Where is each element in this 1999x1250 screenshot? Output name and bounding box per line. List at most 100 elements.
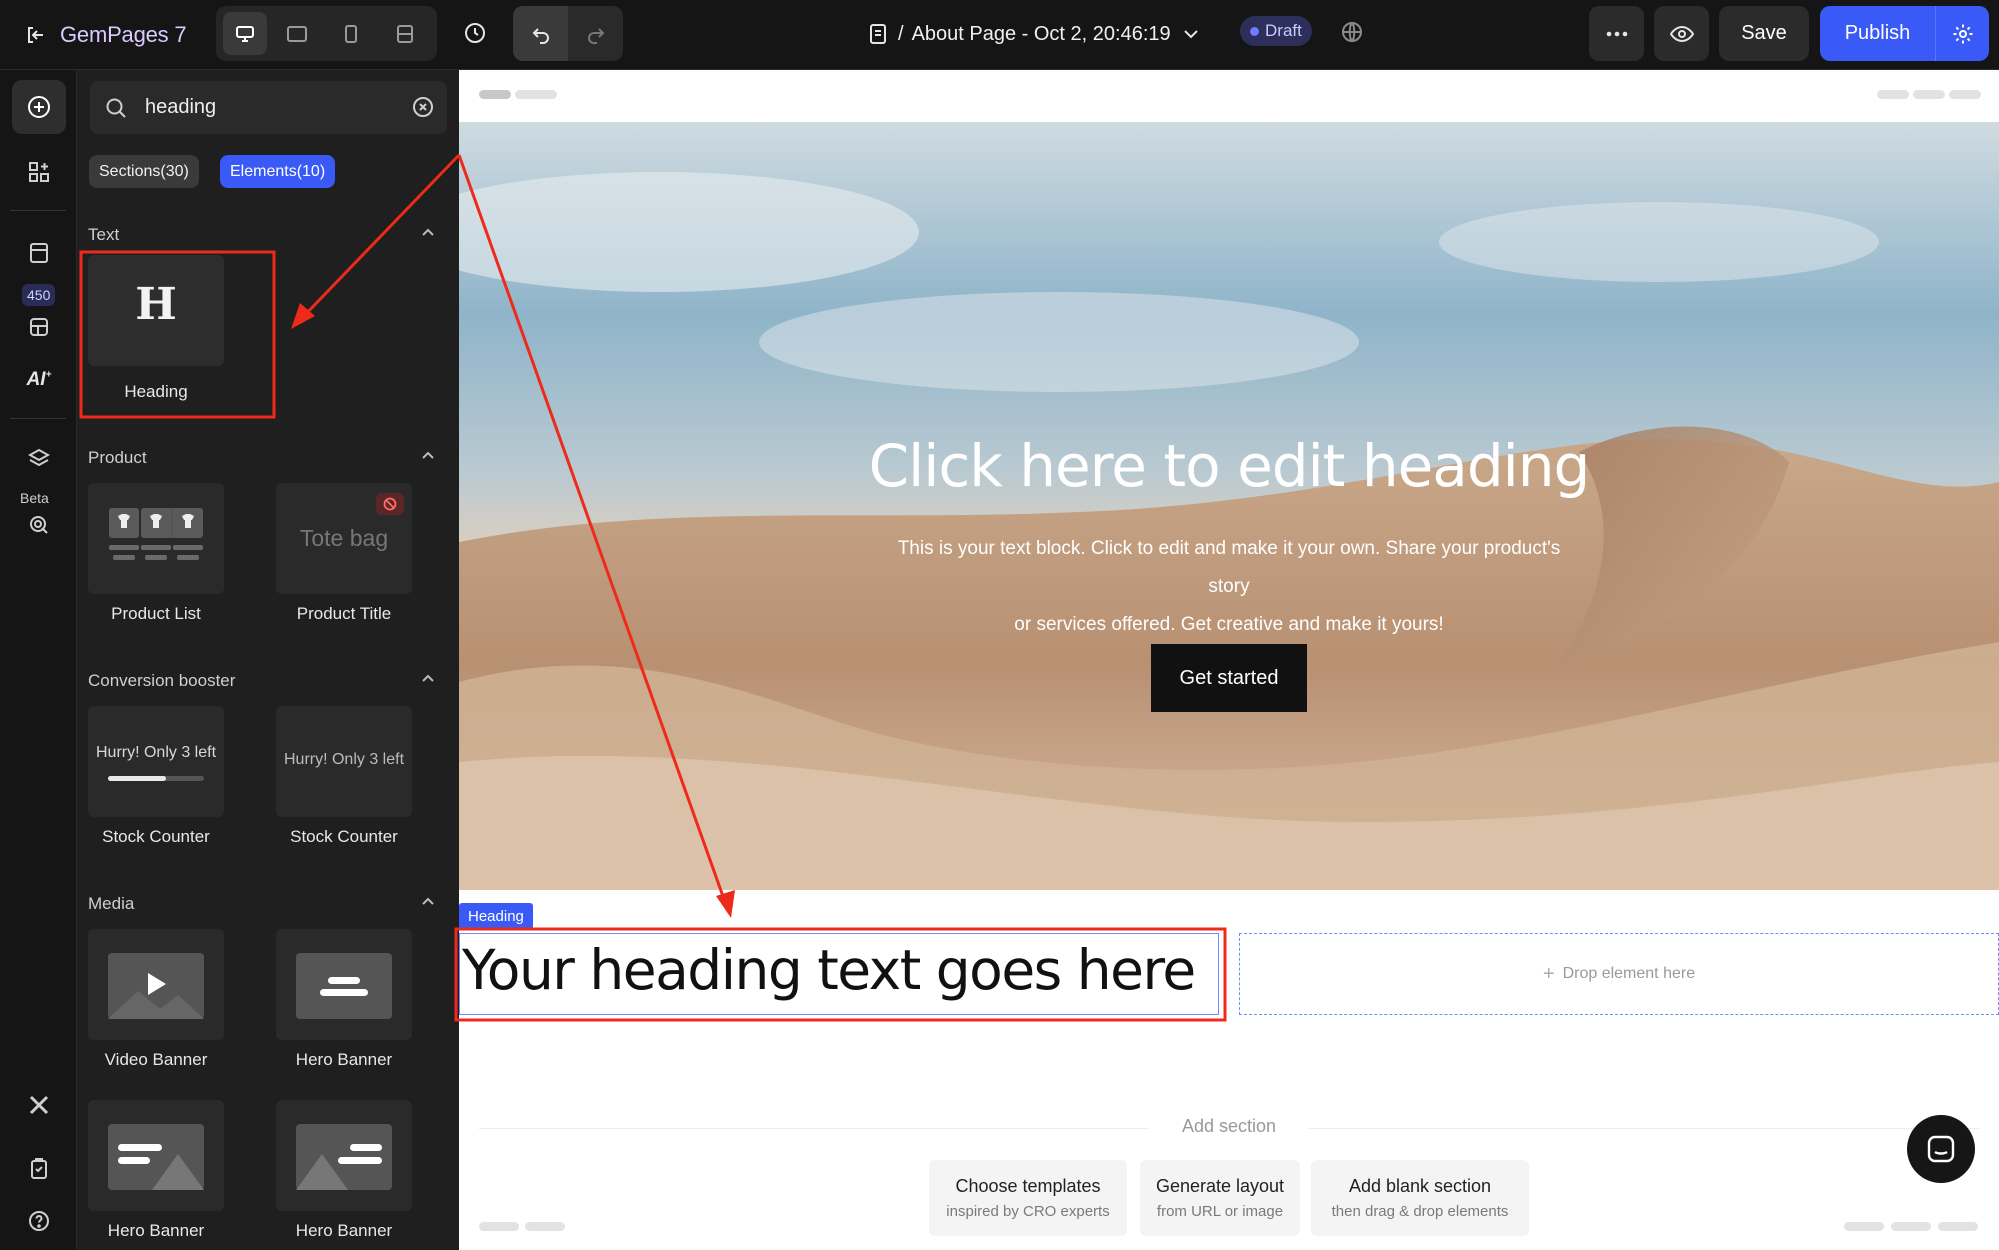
clipboard-icon[interactable] [12,1142,66,1196]
canvas-skeleton-footer [479,1222,1978,1231]
product-list-card[interactable] [88,483,224,594]
hero-paragraph-line-2: or services offered. Get creative and ma… [1014,614,1444,635]
settings-gear-icon[interactable] [1935,6,1989,61]
stock-counter-label-1: Stock Counter [102,827,210,846]
add-plus-icon[interactable] [12,80,66,134]
product-list-label: Product List [111,604,201,623]
hero-banner-thumbnail [108,1124,204,1190]
chevron-up-icon [422,451,434,459]
top-bar: GemPages 7 / About Page - Oct 2, 20:46:1 [0,0,1999,70]
search-icon [105,97,127,119]
hero-banner-card-3[interactable] [276,1100,412,1211]
heading-element-card[interactable]: H [88,255,224,366]
heading-text[interactable]: Your heading text goes here [462,938,1196,1002]
save-button[interactable]: Save [1719,6,1809,61]
elements-filter-chip[interactable]: Elements(10) [220,155,336,188]
section-header-conversion[interactable]: Conversion booster [88,671,448,693]
stock-counter-label-2: Stock Counter [290,827,398,846]
beta-target-icon[interactable] [12,498,66,552]
status-badge: Draft [1240,16,1312,46]
desert-background-image [459,122,1999,890]
layers-icon[interactable] [12,432,66,486]
canvas-skeleton-header [479,90,1981,99]
product-title-card[interactable]: Tote bag [276,483,412,594]
breadcrumb-separator: / [898,22,904,45]
heading-selection-tag[interactable]: Heading [459,903,533,929]
hero-banner-label: Hero Banner [295,1050,393,1069]
hero-banner-card[interactable] [276,929,412,1040]
search-box [90,81,447,134]
option-title: Generate layout [1155,1176,1285,1196]
hero-banner-thumbnail [296,953,392,1019]
hero-paragraph-line-1: This is your text block. Click to edit a… [897,538,1561,597]
x-logo-icon[interactable] [12,1078,66,1132]
hero-section[interactable]: Click here to edit heading This is your … [459,122,1999,890]
heading-card-label: Heading [124,382,188,401]
publish-button[interactable]: Publish [1820,6,1935,61]
section-title: Text [88,225,120,244]
more-icon[interactable] [1589,6,1644,61]
sections-filter-chip[interactable]: Sections(30) [89,155,199,188]
stock-progress-bar [108,776,204,781]
hero-banner-label-2: Hero Banner [107,1221,205,1240]
stock-counter-preview: Hurry! Only 3 left [283,751,405,768]
hero-banner-label-3: Hero Banner [295,1221,393,1240]
chevron-up-icon [422,228,434,236]
video-banner-card[interactable] [88,929,224,1040]
history-icon[interactable] [455,13,495,53]
redo-icon[interactable] [568,6,623,61]
undo-icon[interactable] [513,6,568,61]
section-header-text[interactable]: Text [88,225,448,247]
hero-paragraph[interactable]: This is your text block. Click to edit a… [879,530,1579,644]
app-name: GemPages 7 [60,22,187,47]
chevron-up-icon [422,897,434,905]
app-logo[interactable]: GemPages 7 [24,17,187,53]
blocked-icon [376,493,404,515]
option-title: Add blank section [1348,1176,1492,1196]
chat-icon[interactable] [1907,1115,1975,1183]
section-title: Conversion booster [88,671,236,690]
templates-icon[interactable] [12,300,66,354]
product-title-preview: Tote bag [299,525,389,551]
section-title: Product [88,448,147,467]
left-icon-bar: 450 AI+ Beta [0,70,77,1250]
page-title: About Page - Oct 2, 20:46:19 [911,22,1171,45]
heading-glyph: H [135,279,177,330]
tablet-icon[interactable] [272,6,322,61]
preview-eye-icon[interactable] [1654,6,1709,61]
chevron-up-icon [422,674,434,682]
globe-icon[interactable] [1335,14,1369,50]
plus-icon: + [1542,962,1555,985]
section-header-media[interactable]: Media [88,894,448,916]
search-input[interactable] [145,81,395,134]
exit-icon[interactable] [24,24,46,46]
section-header-product[interactable]: Product [88,448,448,470]
product-title-label: Product Title [296,604,392,623]
drop-label: Drop element here [1562,965,1696,982]
pages-icon[interactable] [12,226,66,280]
chevron-down-icon [1183,29,1199,39]
help-icon[interactable] [12,1194,66,1248]
add-section-label: Add section [1149,1116,1309,1137]
ai-icon[interactable]: AI+ [12,353,66,407]
elements-panel: Sections(30) Elements(10) Text H Heading… [78,70,459,1250]
stock-counter-preview: Hurry! Only 3 left [95,744,217,761]
product-list-thumbnail [109,508,203,560]
hero-banner-thumbnail [296,1124,392,1190]
desktop-icon[interactable] [223,12,267,55]
stock-counter-card-2[interactable]: Hurry! Only 3 left [276,706,412,817]
mobile-icon[interactable] [326,6,376,61]
hero-banner-card-2[interactable] [88,1100,224,1211]
get-started-button[interactable]: Get started [1151,644,1307,712]
stock-counter-card-1[interactable]: Hurry! Only 3 left [88,706,224,817]
video-banner-thumbnail [108,953,204,1019]
hero-heading[interactable]: Click here to edit heading [459,432,1999,500]
responsive-icon[interactable] [380,6,430,61]
clear-icon[interactable] [411,95,435,119]
editor-canvas[interactable]: Click here to edit heading This is your … [459,70,1999,1250]
drop-zone[interactable]: + Drop element here [1239,933,1999,1015]
video-banner-label: Video Banner [104,1050,208,1069]
elements-icon[interactable] [12,145,66,199]
heading-element[interactable]: Your heading text goes here [459,933,1219,1015]
page-selector[interactable]: / About Page - Oct 2, 20:46:19 [868,14,1199,54]
